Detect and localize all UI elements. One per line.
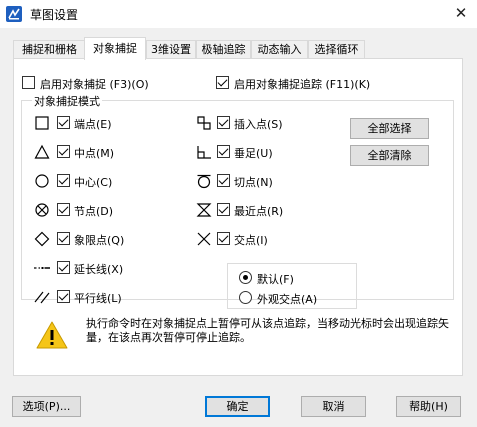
warning-icon [36,321,68,349]
apparent-radio[interactable] [239,291,252,304]
enable-osnap-checkbox[interactable] [22,76,35,89]
tab-snap-grid[interactable]: 捕捉和栅格 [13,40,86,59]
enable-tracking-label[interactable]: 启用对象捕捉追踪 (F11)(K) [234,76,370,92]
tab-selection-cycling[interactable]: 选择循环 [308,40,365,59]
insertion-label[interactable]: 插入点(S) [234,116,283,132]
nearest-label[interactable]: 最近点(R) [234,203,283,219]
center-label[interactable]: 中心(C) [74,174,112,190]
quadrant-checkbox[interactable] [57,232,70,245]
node-icon [34,202,50,218]
endpoint-checkbox[interactable] [57,116,70,129]
cancel-button[interactable]: 取消 [301,396,366,417]
diamond-icon [34,231,50,247]
default-radio[interactable] [239,271,252,284]
help-button[interactable]: 帮助(H) [396,396,461,417]
extension-icon [34,260,50,276]
node-checkbox[interactable] [57,203,70,216]
app-icon [6,6,22,22]
tangent-label[interactable]: 切点(N) [234,174,273,190]
perpendicular-checkbox[interactable] [217,145,230,158]
warning-message: 执行命令时在对象捕捉点上暂停可从该点追踪，当移动光标时会出现追踪矢量，在该点再次… [86,317,449,344]
triangle-icon [34,144,50,160]
tab-dynamic-input[interactable]: 动态输入 [251,40,308,59]
enable-tracking-checkbox[interactable] [216,76,229,89]
nearest-icon [196,202,212,218]
insert-icon [196,115,212,131]
tab-polar-tracking[interactable]: 极轴追踪 [196,40,251,59]
snap-modes-title: 对象捕捉模式 [32,93,102,109]
node-label[interactable]: 节点(D) [74,203,113,219]
title-bar: 草图设置 ✕ [0,0,477,28]
parallel-checkbox[interactable] [57,290,70,303]
square-icon [34,115,50,131]
enable-osnap-label[interactable]: 启用对象捕捉 (F3)(O) [40,76,149,92]
perpendicular-label[interactable]: 垂足(U) [234,145,273,161]
quadrant-label[interactable]: 象限点(Q) [74,232,124,248]
extension-checkbox[interactable] [57,261,70,274]
insertion-checkbox[interactable] [217,116,230,129]
tab-object-snap[interactable]: 对象捕捉 [84,37,146,60]
ok-button[interactable]: 确定 [205,396,270,417]
intersection-label[interactable]: 交点(I) [234,232,268,248]
intersection-icon [196,231,212,247]
apparent-radio-label[interactable]: 外观交点(A) [257,291,317,307]
tangent-checkbox[interactable] [217,174,230,187]
options-button[interactable]: 选项(P)... [12,396,81,417]
default-radio-label[interactable]: 默认(F) [257,271,294,287]
midpoint-label[interactable]: 中点(M) [74,145,114,161]
intersection-mode-group: 默认(F) 外观交点(A) [227,263,357,309]
intersection-checkbox[interactable] [217,232,230,245]
tangent-icon [196,173,212,189]
midpoint-checkbox[interactable] [57,145,70,158]
parallel-label[interactable]: 平行线(L) [74,290,122,306]
select-all-button[interactable]: 全部选择 [350,118,429,139]
clear-all-button[interactable]: 全部清除 [350,145,429,166]
endpoint-label[interactable]: 端点(E) [74,116,112,132]
window-title: 草图设置 [30,8,79,22]
center-checkbox[interactable] [57,174,70,187]
parallel-icon [34,289,50,305]
perpendicular-icon [196,144,212,160]
object-snap-panel: 启用对象捕捉 (F3)(O) 启用对象捕捉追踪 (F11)(K) 对象捕捉模式 … [13,58,463,376]
nearest-checkbox[interactable] [217,203,230,216]
extension-label[interactable]: 延长线(X) [74,261,123,277]
circle-icon [34,173,50,189]
close-icon[interactable]: ✕ [445,0,477,28]
tab-3d-settings[interactable]: 3维设置 [146,40,196,59]
